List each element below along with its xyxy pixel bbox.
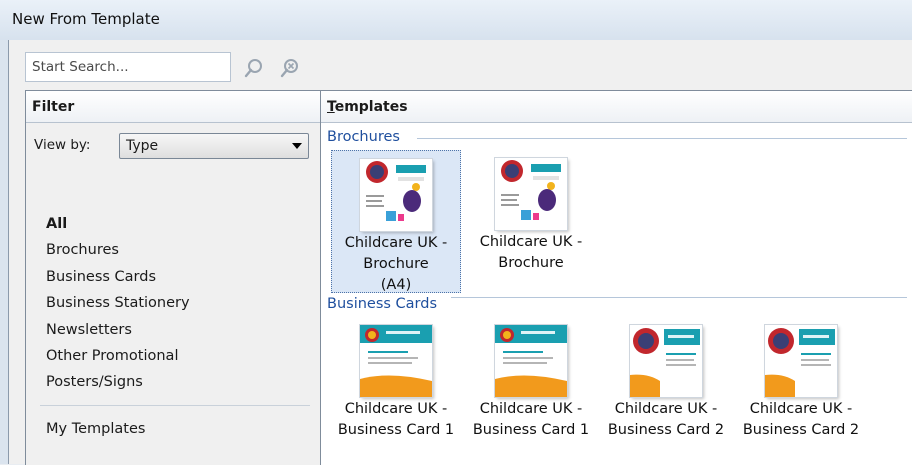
template-label-line: Brochure [363,256,429,272]
template-label: Childcare UK - Business Card 2 [601,399,731,441]
template-label-line: Childcare UK - [614,401,718,417]
group-divider-business-cards [451,297,907,298]
template-tile-brochure-a4[interactable]: Childcare UK - Brochure (A4) [331,150,461,293]
filter-item-posters-signs[interactable]: Posters/Signs [46,369,190,395]
search-input[interactable] [25,52,231,82]
template-label: Childcare UK - Business Card 1 [331,399,461,441]
filter-divider [40,405,310,406]
template-label-line: Childcare UK - [479,234,583,250]
view-by-value: Type [126,138,159,154]
search-icon[interactable] [243,57,265,79]
filter-item-all[interactable]: All [46,211,190,237]
filter-item-business-cards[interactable]: Business Cards [46,264,190,290]
template-label-line: Business Card 2 [742,422,860,438]
new-from-template-dialog: New From Template Filter View by: Type [0,0,912,465]
filter-item-other-promotional[interactable]: Other Promotional [46,343,190,369]
template-tile-business-card-1[interactable]: Childcare UK - Business Card 1 [466,317,596,460]
template-label-line: Business Card 2 [607,422,725,438]
template-tile-brochure[interactable]: Childcare UK - Brochure [466,150,596,293]
dialog-client-area: Filter View by: Type All Brochures Busin… [8,40,912,465]
panes-container: Filter View by: Type All Brochures Busin… [25,90,912,465]
group-header-business-cards: Business Cards [327,296,438,312]
filter-item-brochures[interactable]: Brochures [46,237,190,263]
template-label-line: Childcare UK - [479,401,583,417]
business-card-thumbnail [630,325,702,397]
view-by-select[interactable]: Type [119,133,309,159]
template-label-line: Business Card 1 [472,422,590,438]
business-card-thumbnail [360,325,432,397]
templates-header-text: emplates [334,99,408,115]
template-tile-business-card-1[interactable]: Childcare UK - Business Card 1 [331,317,461,460]
brochure-thumbnail [495,158,567,230]
template-label: Childcare UK - Brochure (A4) [332,233,460,296]
template-tile-business-card-2[interactable]: Childcare UK - Business Card 2 [736,317,866,460]
dropdown-arrow-icon [292,143,302,149]
clear-search-icon[interactable] [279,57,301,79]
filter-list: All Brochures Business Cards Business St… [46,211,190,396]
template-label-line: Brochure [498,255,564,271]
templates-pane: Templates Brochures Childcare UK - Broch… [321,91,912,465]
template-label: Childcare UK - Brochure [466,232,596,274]
dialog-title: New From Template [12,10,160,28]
templates-header: Templates [321,91,912,123]
business-card-thumbnail [765,325,837,397]
filter-item-newsletters[interactable]: Newsletters [46,317,190,343]
group-divider-brochures [417,138,907,139]
title-bar: New From Template [0,0,912,40]
template-label-line: Childcare UK - [749,401,853,417]
template-label-line: Business Card 1 [337,422,455,438]
filter-header: Filter [26,91,320,123]
my-templates-link[interactable]: My Templates [46,421,145,437]
group-header-brochures: Brochures [327,129,400,145]
template-label-line: Childcare UK - [344,235,448,251]
search-row [9,40,912,90]
template-label-line: Childcare UK - [344,401,448,417]
filter-pane: Filter View by: Type All Brochures Busin… [26,91,321,465]
filter-item-business-stationery[interactable]: Business Stationery [46,290,190,316]
brochure-thumbnail [360,159,432,231]
business-card-thumbnail [495,325,567,397]
template-label: Childcare UK - Business Card 2 [736,399,866,441]
template-label-line: (A4) [380,277,412,293]
template-tile-business-card-2[interactable]: Childcare UK - Business Card 2 [601,317,731,460]
view-by-label: View by: [34,137,91,153]
templates-header-accesskey: T [327,99,335,115]
template-label: Childcare UK - Business Card 1 [466,399,596,441]
